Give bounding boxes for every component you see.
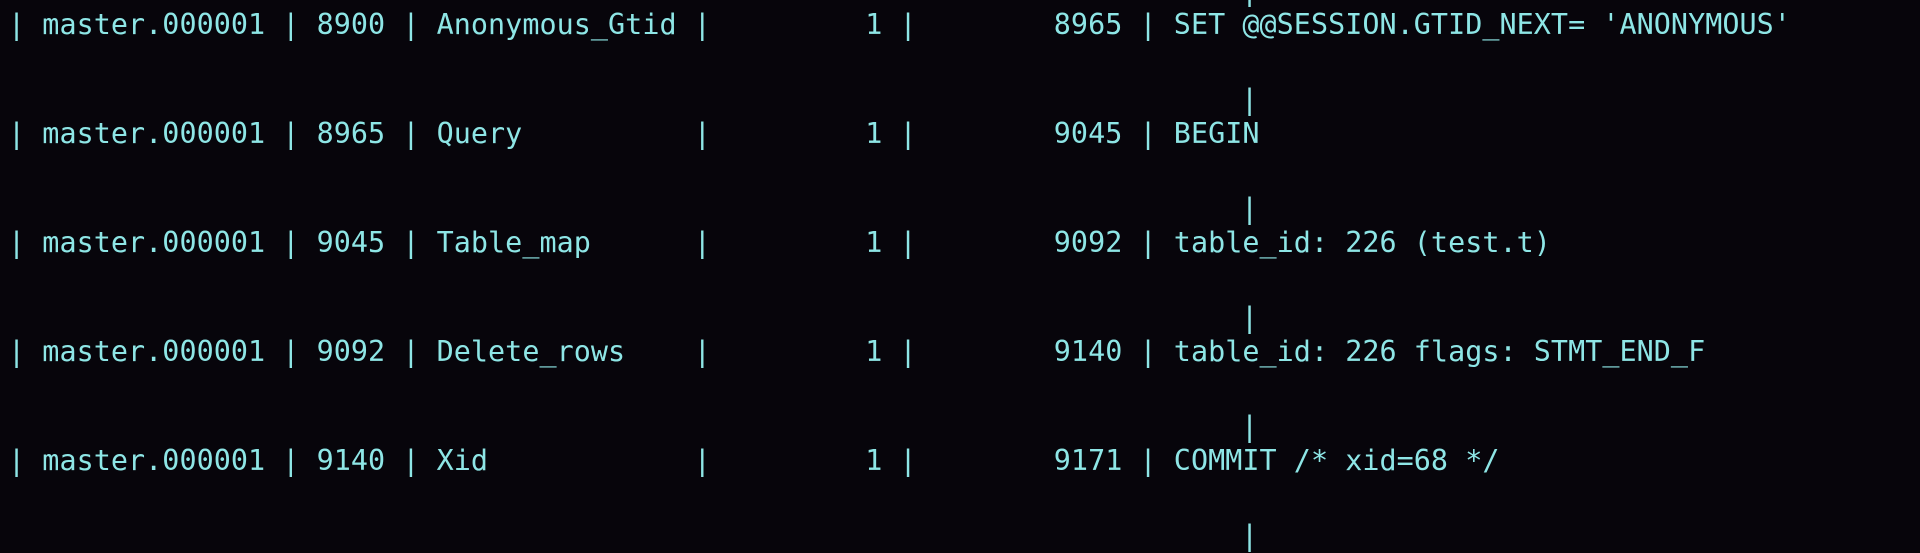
pos-cell: 8965 <box>316 117 386 150</box>
column-separator: | <box>265 8 317 41</box>
wrapped-row-end-border: | <box>1241 519 1259 552</box>
column-separator: | <box>676 444 729 477</box>
column-separator: | <box>882 226 934 259</box>
wrapped-row-end-border: | <box>1241 410 1259 443</box>
column-separator: | <box>385 226 437 259</box>
pos-cell: 8900 <box>316 8 386 41</box>
column-separator: | <box>1122 117 1174 150</box>
column-separator: | <box>385 444 437 477</box>
log-name-cell: master.000001 <box>42 8 266 41</box>
terminal-output: | master.000001 | 8900 | Anonymous_Gtid … <box>0 0 1920 552</box>
column-separator: | <box>385 335 437 368</box>
table-row: | master.000001 | 9092 | Delete_rows | 1… <box>8 335 1705 369</box>
column-separator: | <box>882 444 934 477</box>
table-row: | master.000001 | 9045 | Table_map | 1 |… <box>8 226 1551 260</box>
column-separator: | <box>676 117 729 150</box>
column-separator: | <box>265 335 317 368</box>
info-cell: table_id: 226 flags: STMT_END_F <box>1173 335 1706 368</box>
event-type-cell: Table_map <box>436 226 677 259</box>
wrapped-row-end-border: | <box>1241 83 1259 116</box>
column-separator: | <box>385 8 437 41</box>
table-row: | master.000001 | 9140 | Xid | 1 | 9171 … <box>8 444 1500 478</box>
info-cell: table_id: 226 (test.t) <box>1173 226 1551 259</box>
server-id-cell: 1 <box>728 8 883 41</box>
column-separator: | <box>265 226 317 259</box>
wrapped-row-end-border: | <box>1241 0 1258 8</box>
end-log-pos-cell: 9092 <box>933 226 1123 259</box>
column-separator: | <box>882 8 934 41</box>
log-name-cell: master.000001 <box>42 117 266 150</box>
info-cell: BEGIN <box>1173 117 1260 150</box>
column-separator: | <box>676 8 729 41</box>
event-type-cell: Query <box>436 117 677 150</box>
pos-cell: 9092 <box>316 335 386 368</box>
info-cell: COMMIT /* xid=68 */ <box>1173 444 1500 477</box>
pos-cell: 9045 <box>316 226 386 259</box>
column-separator: | <box>1122 226 1174 259</box>
event-type-cell: Xid <box>436 444 677 477</box>
row-start-border: | <box>8 8 43 41</box>
server-id-cell: 1 <box>728 444 883 477</box>
column-separator: | <box>882 335 934 368</box>
column-separator: | <box>1122 335 1174 368</box>
table-row: | master.000001 | 8900 | Anonymous_Gtid … <box>8 8 1791 42</box>
row-start-border: | <box>8 444 43 477</box>
log-name-cell: master.000001 <box>42 335 266 368</box>
end-log-pos-cell: 9171 <box>933 444 1123 477</box>
log-name-cell: master.000001 <box>42 444 266 477</box>
end-log-pos-cell: 9045 <box>933 117 1123 150</box>
log-name-cell: master.000001 <box>42 226 266 259</box>
end-log-pos-cell: 8965 <box>933 8 1123 41</box>
server-id-cell: 1 <box>728 117 883 150</box>
wrapped-row-end-border: | <box>1241 301 1259 334</box>
row-start-border: | <box>8 335 43 368</box>
column-separator: | <box>385 117 437 150</box>
event-type-cell: Anonymous_Gtid <box>436 8 677 41</box>
table-row: | master.000001 | 8965 | Query | 1 | 904… <box>8 117 1260 151</box>
info-cell: SET @@SESSION.GTID_NEXT= 'ANONYMOUS' <box>1173 8 1791 41</box>
column-separator: | <box>676 335 729 368</box>
column-separator: | <box>676 226 729 259</box>
column-separator: | <box>882 117 934 150</box>
server-id-cell: 1 <box>728 335 883 368</box>
pos-cell: 9140 <box>316 444 386 477</box>
wrapped-row-end-border: | <box>1241 192 1259 225</box>
end-log-pos-cell: 9140 <box>933 335 1123 368</box>
column-separator: | <box>1122 8 1174 41</box>
column-separator: | <box>1122 444 1174 477</box>
event-type-cell: Delete_rows <box>436 335 677 368</box>
column-separator: | <box>265 444 317 477</box>
column-separator: | <box>265 117 317 150</box>
row-start-border: | <box>8 226 43 259</box>
row-start-border: | <box>8 117 43 150</box>
server-id-cell: 1 <box>728 226 883 259</box>
